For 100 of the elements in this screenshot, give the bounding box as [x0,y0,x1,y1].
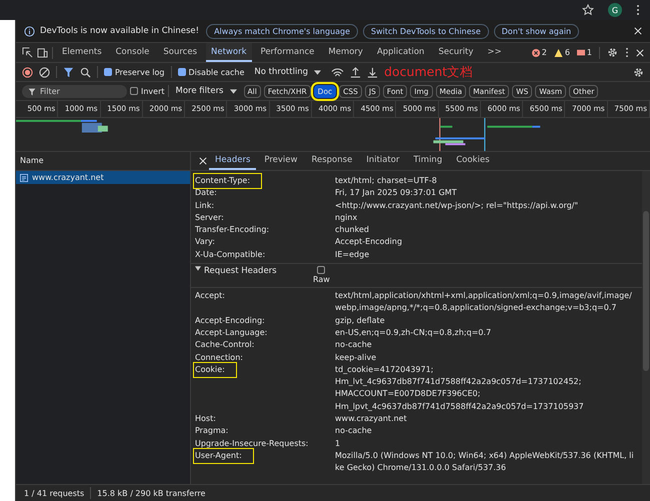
close-icon[interactable] [634,27,642,35]
throttling-dropdown[interactable]: No throttling [250,67,326,77]
header-value: www.crazyant.net [335,413,408,426]
header-value: HMACCOUNT=E007D8DE7F396CE0; [335,388,482,400]
panel-tab[interactable]: Network [206,43,252,62]
header-value: text/html; charset=UTF-8 [335,175,438,187]
document-icon [20,174,28,182]
error-count[interactable]: 2 [532,48,547,57]
detail-tab[interactable]: Initiator [360,152,406,170]
close-icon[interactable] [636,48,644,56]
disable-cache-checkbox[interactable]: Disable cache [178,68,244,76]
header-name: Content-Type: [195,175,260,188]
caret-icon [195,266,201,272]
header-name: Cache-Control: [195,339,254,352]
scrollbar[interactable] [642,171,650,484]
header-name: Date: [195,187,217,200]
preserve-log-checkbox[interactable]: Preserve log [104,68,164,76]
header-value: 1 [335,438,342,450]
close-icon[interactable] [199,157,207,165]
transferred-size: 15.8 kB / 290 kB transferre [97,488,206,498]
header-value: <http://www.crazyant.net/wp-json/>; rel="https://api.w.org/" [335,200,580,212]
header-value: en-US,en;q=0.9,zh-CN;q=0.8,zh;q=0.7 [335,326,492,339]
more-filters-dropdown[interactable]: More filters [172,86,240,96]
header-name: Transfer-Encoding: [195,224,270,236]
invert-checkbox[interactable]: Invert [130,86,165,96]
header-value: Accept-Encoding [335,236,404,248]
header-value: keep-alive [335,352,378,364]
caret-icon [314,70,322,74]
panel-tab[interactable]: Security [433,43,478,62]
caret-icon [230,88,236,94]
profile-avatar[interactable]: G [608,3,622,17]
info-icon [24,26,35,36]
infobar-button[interactable]: Don't show again [494,24,580,38]
issue-count[interactable]: 1 [576,48,592,57]
header-value: chunked [335,224,370,236]
panel-tab[interactable]: Sources [158,43,202,62]
filter-icon [28,88,36,96]
warning-icon [554,48,563,56]
header-name: Host: [195,413,216,426]
download-icon[interactable] [367,66,378,78]
header-value: no-cache [335,339,373,352]
header-name: Cookie: [195,364,235,376]
detail-tab[interactable]: Cookies [450,152,496,170]
filter-icon[interactable] [63,66,74,78]
panel-tab[interactable]: Performance [256,43,320,62]
panel-tab[interactable]: Memory [323,43,368,62]
header-name: X-Ua-Compatible: [195,248,266,261]
menu-icon[interactable] [636,4,640,16]
header-value: no-cache [335,425,373,438]
annotation-text: document文档 [384,64,474,80]
warning-count[interactable]: 6 [554,48,570,57]
infobar-button[interactable]: Switch DevTools to Chinese [363,24,489,38]
header-value: gzip, deflate [335,314,386,327]
wifi-icon[interactable] [331,66,344,78]
upload-icon[interactable] [350,66,362,78]
inspect-icon[interactable] [22,47,33,58]
record-icon[interactable] [22,66,33,78]
panel-tab[interactable]: Console [110,43,154,62]
header-name: Accept-Language: [195,326,268,339]
settings-icon[interactable] [633,66,644,78]
header-name: Upgrade-Insecure-Requests: [195,438,308,450]
header-value: nginx [335,212,358,224]
device-toolbar-icon[interactable] [37,47,48,58]
name-column-header[interactable]: Name [16,152,190,171]
search-icon[interactable] [80,66,91,78]
clear-icon[interactable] [39,66,50,78]
header-value: Mozilla/5.0 (Windows NT 10.0; Win64; x64) AppleWebKit/537.36 (KHTML, like Gecko) Chrome/131.0.0.0 Safari/537.36 [335,450,635,474]
raw-checkbox[interactable]: Raw [313,266,330,286]
panel-tab[interactable]: Application [372,43,430,62]
header-value: Hm_lvt_4c9637db87f741d7588ff42a2a9c057d=1737102452; [335,376,582,388]
header-name: Connection: [195,352,243,364]
header-name: Pragma: [195,425,228,438]
panel-tab[interactable]: >> [482,43,507,62]
header-value: td_cookie=4172043971; [335,364,434,376]
infobar-message: DevTools is now available in Chinese! [40,26,200,36]
request-count: 1 / 41 requests [24,488,84,498]
header-name: User-Agent: [195,450,252,462]
infobar-button[interactable]: Always match Chrome's language [206,24,358,38]
error-icon [532,48,540,56]
panel-tab[interactable]: Elements [57,43,107,62]
detail-tab[interactable]: Timing [408,152,448,170]
filter-field[interactable]: Filter [22,84,127,98]
star-icon[interactable] [582,4,594,16]
header-value: Hm_lpvt_4c9637db87f741d7588ff42a2a9c057d=1737105937 [335,400,585,413]
more-icon[interactable] [625,47,629,58]
header-name: Accept: [195,290,225,302]
request-headers-toggle[interactable]: Request Headers [195,266,313,278]
header-value: IE=edge [335,248,370,261]
flag-icon [576,48,585,56]
settings-icon[interactable] [607,47,618,58]
header-name: Vary: [195,236,215,248]
header-name: Server: [195,212,224,224]
header-name: Link: [195,200,214,212]
detail-tab[interactable]: Response [305,152,358,170]
header-value: Fri, 17 Jan 2025 09:37:01 GMT [335,187,458,200]
detail-tab[interactable]: Headers [209,152,256,170]
header-name: Accept-Encoding: [195,314,265,327]
detail-tab[interactable]: Preview [258,152,304,170]
request-row[interactable]: www.crazyant.net [16,171,190,184]
request-name: www.crazyant.net [32,173,104,182]
